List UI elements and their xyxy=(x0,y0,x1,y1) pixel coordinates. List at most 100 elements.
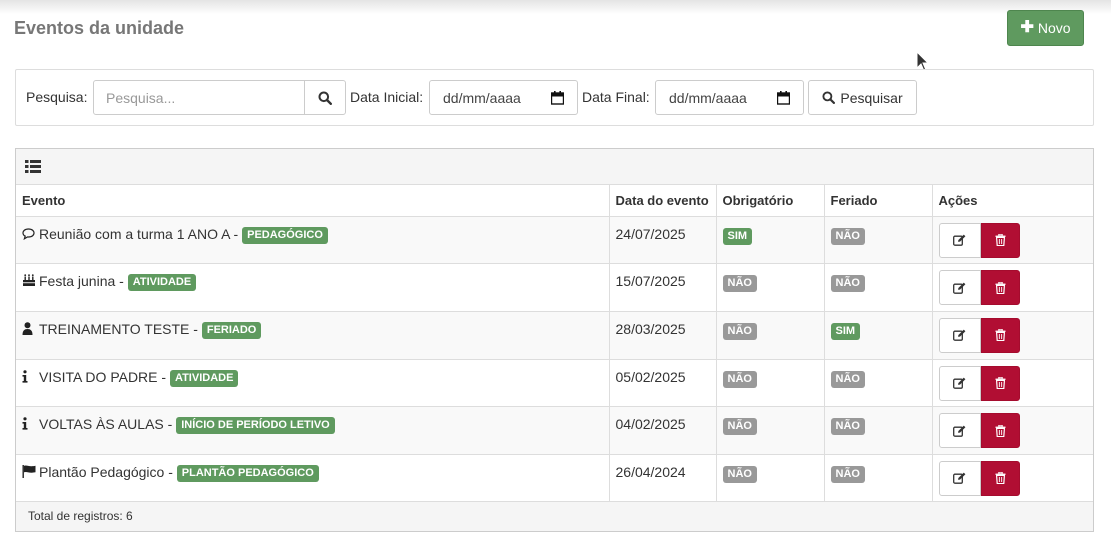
event-title: Reunião com a turma 1 ANO A - xyxy=(39,225,239,242)
edit-icon xyxy=(953,425,966,437)
flag-icon xyxy=(22,464,36,481)
start-date-input[interactable]: dd/mm/aaaa xyxy=(429,80,578,115)
actions-cell xyxy=(932,310,1093,360)
event-title: TREINAMENTO TESTE - xyxy=(39,320,198,337)
start-date-placeholder: dd/mm/aaaa xyxy=(443,89,521,106)
event-category-badge: INÍCIO DE PERÍODO LETIVO xyxy=(176,417,335,435)
actions-cell xyxy=(932,263,1093,312)
edit-icon xyxy=(953,473,966,485)
start-date-label: Data Inicial: xyxy=(350,89,424,105)
edit-button[interactable] xyxy=(938,270,981,306)
end-date-input[interactable]: dd/mm/aaaa xyxy=(655,80,804,115)
search-submit-label: Pesquisar xyxy=(840,89,903,106)
holiday-badge: SIM xyxy=(830,322,861,340)
mandatory-badge: NÃO xyxy=(722,275,757,293)
mandatory-badge: NÃO xyxy=(722,418,757,436)
holiday-badge: NÃO xyxy=(830,418,865,436)
row-actions xyxy=(938,270,1088,306)
info-icon xyxy=(22,369,36,386)
events-table-panel: Evento Data do evento Obrigatório Feriad… xyxy=(15,148,1094,532)
event-category-badge: ATIVIDADE xyxy=(127,274,197,292)
edit-button[interactable] xyxy=(938,222,981,258)
page-title: Eventos da unidade xyxy=(14,18,185,38)
search-label: Pesquisa: xyxy=(26,89,88,105)
top-shade xyxy=(0,0,1111,14)
column-header-evento: Evento xyxy=(16,185,610,217)
edit-icon xyxy=(953,329,966,342)
edit-icon xyxy=(953,234,966,246)
event-date: 05/02/2025 xyxy=(609,358,717,407)
delete-button[interactable] xyxy=(980,317,1020,353)
birthday-cake-icon xyxy=(22,274,36,290)
row-actions xyxy=(938,222,1088,258)
holiday-cell: NÃO xyxy=(824,453,933,503)
holiday-cell: SIM xyxy=(824,310,933,360)
end-date-label: Data Final: xyxy=(582,89,650,105)
list-icon xyxy=(25,160,41,173)
holiday-badge: NÃO xyxy=(830,370,865,388)
delete-button[interactable] xyxy=(980,222,1020,258)
mandatory-badge: NÃO xyxy=(722,465,757,483)
calendar-icon xyxy=(551,90,564,105)
mandatory-badge: NÃO xyxy=(722,370,757,388)
calendar-icon xyxy=(777,90,790,105)
trash-icon xyxy=(995,472,1005,485)
trash-icon xyxy=(995,329,1005,342)
event-cell: Festa junina - ATIVIDADE xyxy=(16,263,610,312)
delete-button[interactable] xyxy=(980,365,1020,401)
event-category-badge: PEDAGÓGICO xyxy=(242,226,328,244)
edit-button[interactable] xyxy=(938,460,981,496)
holiday-cell: NÃO xyxy=(824,406,933,455)
new-event-button[interactable]: ✚ Novo xyxy=(1007,10,1084,46)
mandatory-badge: SIM xyxy=(722,227,753,245)
event-title: Plantão Pedagógico - xyxy=(39,463,173,480)
event-category-badge: FERIADO xyxy=(201,321,262,339)
column-header-data: Data do evento xyxy=(609,185,717,217)
search-input[interactable] xyxy=(93,80,305,115)
search-submit-button[interactable]: Pesquisar xyxy=(808,80,917,115)
event-title: VOLTAS ÀS AULAS - xyxy=(39,416,173,433)
holiday-badge: NÃO xyxy=(830,227,865,245)
search-icon-button[interactable] xyxy=(304,80,346,115)
event-title: Festa junina - xyxy=(39,273,124,290)
comment-icon xyxy=(22,227,36,243)
table-toolbar xyxy=(16,149,1093,185)
edit-button[interactable] xyxy=(938,413,981,449)
user-icon xyxy=(22,322,36,338)
table-row: TREINAMENTO TESTE - FERIADO 28/03/2025 NÃO… xyxy=(16,310,1093,360)
table-row: VISITA DO PADRE - ATIVIDADE 05/02/2025 NÃO… xyxy=(16,358,1093,407)
delete-button[interactable] xyxy=(980,413,1020,449)
actions-cell xyxy=(932,358,1093,407)
mandatory-cell: NÃO xyxy=(716,453,825,503)
event-date: 15/07/2025 xyxy=(609,263,717,312)
holiday-cell: NÃO xyxy=(824,358,933,407)
search-panel: Pesquisa: Data Inicial: dd/mm/aaaa Data … xyxy=(15,69,1094,126)
events-table: Evento Data do evento Obrigatório Feriad… xyxy=(16,185,1093,503)
delete-button[interactable] xyxy=(980,460,1020,496)
mandatory-cell: SIM xyxy=(716,215,825,264)
table-row: VOLTAS ÀS AULAS - INÍCIO DE PERÍODO LETI… xyxy=(16,406,1093,455)
mandatory-badge: NÃO xyxy=(722,322,757,340)
edit-button[interactable] xyxy=(938,365,981,401)
edit-icon xyxy=(953,282,966,294)
actions-cell xyxy=(932,406,1093,455)
event-cell: Reunião com a turma 1 ANO A - PEDAGÓGICO xyxy=(16,215,610,264)
event-cell: VISITA DO PADRE - ATIVIDADE xyxy=(16,358,610,407)
mandatory-cell: NÃO xyxy=(716,406,825,455)
table-row: Reunião com a turma 1 ANO A - PEDAGÓGICO… xyxy=(16,215,1093,264)
mandatory-cell: NÃO xyxy=(716,263,825,312)
holiday-badge: NÃO xyxy=(830,275,865,293)
holiday-cell: NÃO xyxy=(824,263,933,312)
event-cell: VOLTAS ÀS AULAS - INÍCIO DE PERÍODO LETI… xyxy=(16,406,610,455)
new-event-button-label: Novo xyxy=(1037,20,1071,36)
mandatory-cell: NÃO xyxy=(716,358,825,407)
column-header-acoes: Ações xyxy=(932,185,1093,217)
event-category-badge: ATIVIDADE xyxy=(169,369,239,387)
event-date: 26/04/2024 xyxy=(609,453,717,503)
table-header-row: Evento Data do evento Obrigatório Feriad… xyxy=(16,185,1093,217)
row-actions xyxy=(938,413,1088,449)
delete-button[interactable] xyxy=(980,270,1020,306)
event-title: VISITA DO PADRE - xyxy=(39,368,167,385)
edit-button[interactable] xyxy=(938,317,981,353)
search-icon xyxy=(318,91,332,105)
